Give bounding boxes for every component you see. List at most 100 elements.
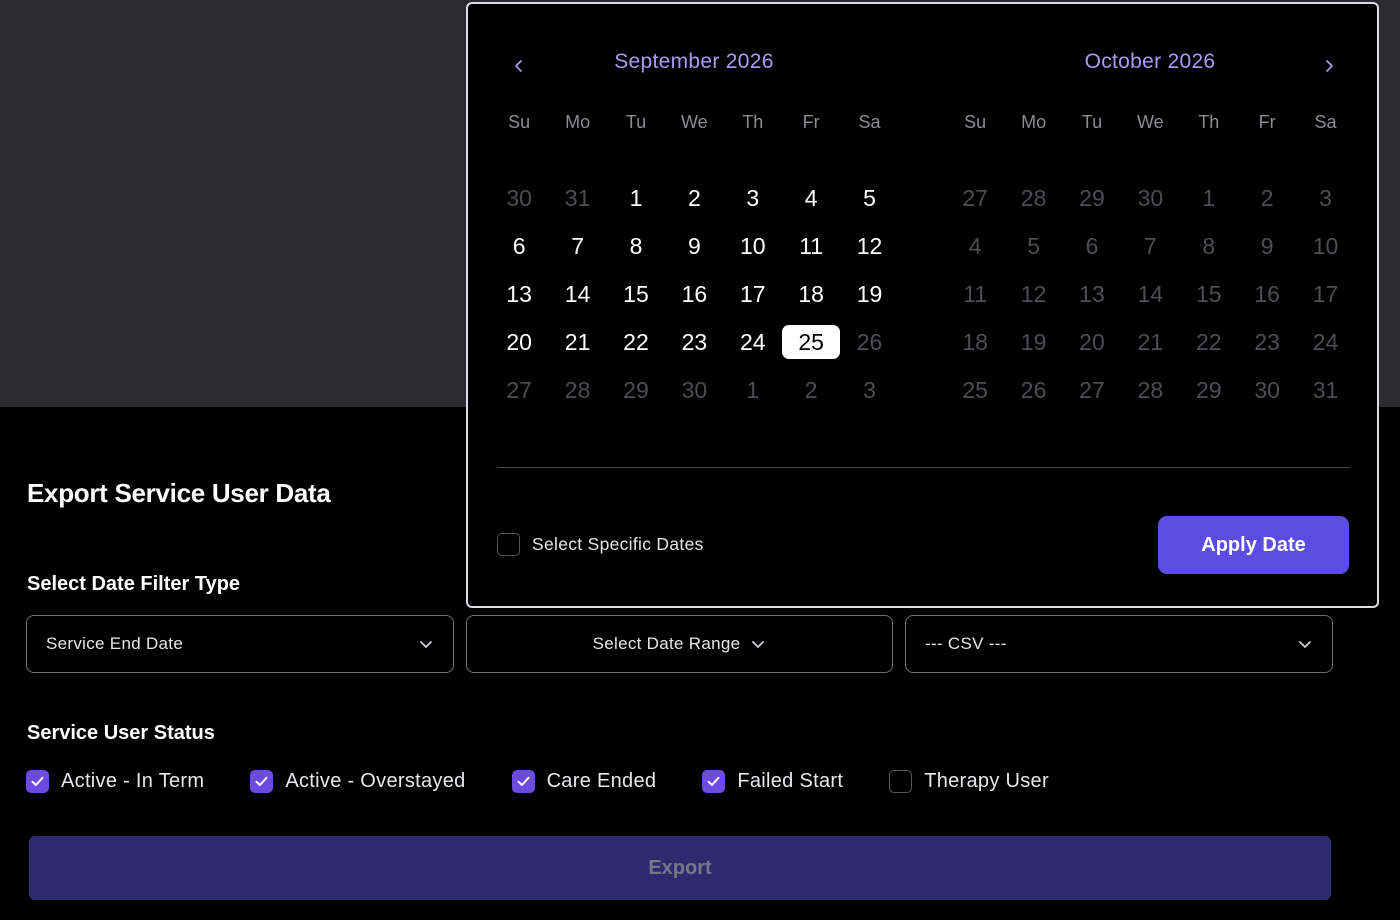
- calendar-day[interactable]: 5: [840, 174, 898, 222]
- calendar-day: 31: [548, 174, 606, 222]
- calendar-day: 22: [1180, 318, 1238, 366]
- calendar-day: 30: [490, 174, 548, 222]
- weekday-header: Sa: [1314, 111, 1337, 132]
- export-button[interactable]: Export: [29, 836, 1331, 900]
- calendar-day: 2: [1238, 174, 1296, 222]
- export-format-select[interactable]: --- CSV ---: [905, 615, 1333, 673]
- status-option[interactable]: Therapy User: [889, 769, 1049, 793]
- calendar-day: 21: [1121, 318, 1179, 366]
- calendar-day-number: 2: [804, 376, 818, 403]
- status-option[interactable]: Active - Overstayed: [250, 769, 465, 793]
- month-title-left: September 2026: [614, 50, 774, 73]
- calendar-day: 17: [1296, 270, 1354, 318]
- calendar-day: 4: [946, 222, 1004, 270]
- calendar-day-selected[interactable]: 25: [782, 318, 841, 366]
- next-month-button[interactable]: [1317, 54, 1341, 78]
- calendar-day-number: 3: [746, 184, 760, 211]
- chevron-down-icon: [752, 641, 765, 648]
- date-filter-type-select[interactable]: Service End Date: [26, 615, 454, 673]
- status-checkbox[interactable]: [26, 769, 49, 793]
- calendar-day-number: 19: [1020, 328, 1047, 355]
- status-option-label: Therapy User: [924, 769, 1049, 792]
- status-checkbox[interactable]: [250, 769, 274, 793]
- calendar-day[interactable]: 18: [782, 270, 840, 318]
- calendar-day[interactable]: 21: [548, 318, 606, 366]
- select-specific-dates-toggle[interactable]: Select Specific Dates: [497, 533, 704, 556]
- calendar-day-number: 25: [782, 325, 841, 359]
- calendar-day-number: 18: [798, 280, 824, 307]
- date-filter-type-value: Service End Date: [46, 634, 184, 653]
- calendar-day[interactable]: 4: [782, 174, 840, 222]
- calendar-day[interactable]: 15: [607, 270, 665, 318]
- status-option[interactable]: Failed Start: [702, 769, 844, 793]
- calendar-day: 8: [1180, 222, 1238, 270]
- calendar-day-number: 27: [962, 184, 988, 211]
- calendar-day: 6: [1063, 222, 1121, 270]
- calendar-day-number: 31: [1312, 376, 1339, 403]
- calendar-day: 15: [1180, 270, 1238, 318]
- calendar-day: 1: [724, 366, 782, 414]
- calendar-day: 20: [1063, 318, 1121, 366]
- weekday-header: We: [681, 111, 708, 132]
- select-specific-dates-label: Select Specific Dates: [532, 534, 704, 554]
- calendar-day[interactable]: 20: [490, 318, 548, 366]
- weekday-header: Sa: [858, 111, 881, 132]
- checkmark-icon: [31, 776, 44, 786]
- calendar-day[interactable]: 13: [490, 270, 548, 318]
- calendar-day[interactable]: 23: [665, 318, 723, 366]
- calendar-day-number: 27: [506, 376, 532, 403]
- calendar-day[interactable]: 14: [548, 270, 606, 318]
- calendar-day: 23: [1238, 318, 1296, 366]
- calendar-spacer: [490, 142, 899, 174]
- status-checkbox[interactable]: [702, 769, 726, 793]
- calendar-day-number: 12: [856, 232, 883, 259]
- calendar-day[interactable]: 1: [607, 174, 665, 222]
- calendar-grid-september: Su Mo Tu We Th Fr Sa 30 31 1 2 3 4 5 6 7 8 9 10 11 12 13 14 15 1…: [490, 102, 898, 414]
- calendar-day: 24: [1296, 318, 1354, 366]
- calendar-day: 18: [946, 318, 1004, 366]
- status-checkbox[interactable]: [889, 769, 913, 793]
- calendar-day-number: 31: [564, 184, 591, 211]
- calendar-day[interactable]: 9: [665, 222, 723, 270]
- calendar-day[interactable]: 11: [782, 222, 840, 270]
- calendar-day-number: 2: [687, 184, 701, 211]
- weekday-header: Mo: [1021, 111, 1047, 132]
- status-option-label: Care Ended: [546, 769, 657, 792]
- calendar-day[interactable]: 8: [607, 222, 665, 270]
- calendar-day-number: 28: [1137, 376, 1164, 403]
- calendar-day-number: 17: [739, 280, 766, 307]
- calendar-day[interactable]: 17: [724, 270, 782, 318]
- date-filter-type-label: Select Date Filter Type: [27, 573, 241, 595]
- calendar-day-number: 4: [968, 232, 982, 259]
- calendar-day-number: 21: [564, 328, 591, 355]
- checkmark-icon: [517, 776, 530, 786]
- calendar-day: 16: [1238, 270, 1296, 318]
- calendar-day[interactable]: 6: [490, 222, 548, 270]
- calendar-day[interactable]: 3: [724, 174, 782, 222]
- calendar-day: 11: [946, 270, 1004, 318]
- date-range-select[interactable]: Select Date Range: [466, 615, 893, 673]
- calendar-day-number: 26: [856, 328, 883, 355]
- status-option[interactable]: Active - In Term: [26, 769, 204, 793]
- calendar-day[interactable]: 19: [840, 270, 898, 318]
- status-option[interactable]: Care Ended: [511, 769, 657, 793]
- status-checkbox[interactable]: [511, 769, 535, 793]
- calendar-day[interactable]: 12: [840, 222, 898, 270]
- month-title-right: October 2026: [1084, 50, 1216, 73]
- select-specific-dates-checkbox[interactable]: [497, 533, 520, 556]
- weekday-header: We: [1137, 111, 1164, 132]
- calendar-day-number: 3: [863, 376, 876, 403]
- calendar-day: 1: [1180, 174, 1238, 222]
- calendar-day[interactable]: 16: [665, 270, 723, 318]
- calendar-day[interactable]: 24: [724, 318, 782, 366]
- calendar-day[interactable]: 10: [724, 222, 782, 270]
- calendar-day[interactable]: 2: [665, 174, 723, 222]
- calendar-day-number: 23: [681, 328, 708, 355]
- calendar-day[interactable]: 7: [548, 222, 606, 270]
- calendar-day: 19: [1004, 318, 1062, 366]
- status-option-label: Failed Start: [737, 769, 844, 792]
- calendar-day[interactable]: 22: [607, 318, 665, 366]
- calendar-day: 2: [782, 366, 840, 414]
- calendar-day-number: 24: [1312, 328, 1339, 355]
- apply-date-button[interactable]: Apply Date: [1158, 516, 1349, 574]
